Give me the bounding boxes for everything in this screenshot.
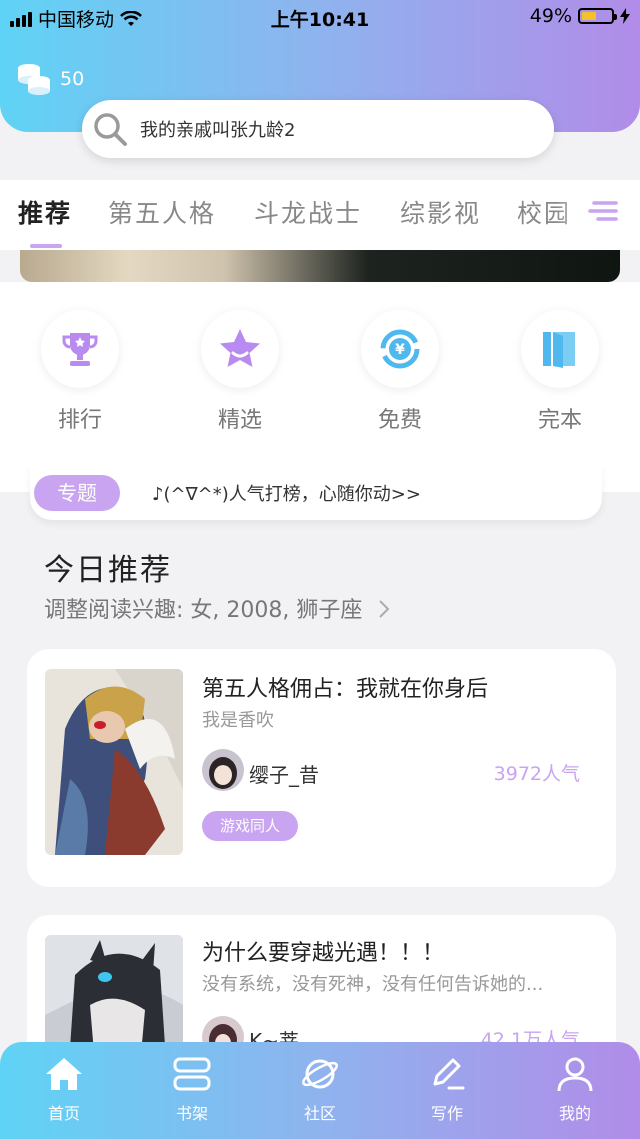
topic-text[interactable]: ♪(^∇^*)人气打榜，心随你动>> bbox=[152, 480, 421, 506]
quick-link-completed[interactable]: 完本 bbox=[518, 310, 602, 434]
tab-recommend[interactable]: 推荐 bbox=[18, 194, 72, 230]
tabbar-label: 我的 bbox=[558, 1104, 591, 1123]
genre-tag[interactable]: 游戏同人 bbox=[202, 811, 298, 841]
tab-dragon-warriors[interactable]: 斗龙战士 bbox=[254, 194, 362, 230]
chevron-right-icon bbox=[379, 600, 390, 618]
quick-link-featured[interactable]: 精选 bbox=[198, 310, 282, 434]
quick-link-ranking[interactable]: 排行 bbox=[38, 310, 122, 434]
coin-balance[interactable]: 50 bbox=[16, 62, 84, 96]
battery-percent: 49% bbox=[529, 5, 572, 27]
search-bar[interactable]: 我的亲戚叫张九龄2 bbox=[82, 100, 554, 158]
category-menu-icon[interactable] bbox=[586, 194, 620, 228]
svg-text:¥: ¥ bbox=[395, 342, 405, 358]
charging-icon bbox=[620, 8, 630, 24]
book-cover bbox=[45, 669, 183, 855]
pen-icon bbox=[433, 1058, 465, 1090]
tabbar-community[interactable]: 社区 bbox=[280, 1056, 360, 1124]
user-icon bbox=[557, 1057, 593, 1092]
quick-link-label: 免费 bbox=[377, 408, 422, 433]
category-tabs: 推荐 第五人格 斗龙战士 综影视 校园 bbox=[0, 180, 640, 250]
bottom-tab-bar: 首页 书架 社区 写作 我的 bbox=[0, 1042, 640, 1139]
search-input[interactable]: 我的亲戚叫张九龄2 bbox=[140, 116, 295, 142]
planet-icon bbox=[302, 1059, 338, 1089]
tab-film-tv[interactable]: 综影视 bbox=[400, 194, 481, 230]
quick-link-label: 排行 bbox=[57, 408, 102, 433]
bookshelf-icon bbox=[173, 1057, 211, 1091]
tabbar-profile[interactable]: 我的 bbox=[535, 1056, 615, 1124]
tabbar-label: 书架 bbox=[175, 1104, 208, 1123]
reading-interest-text: 调整阅读兴趣: 女, 2008, 狮子座 bbox=[44, 598, 363, 623]
status-bar: 中国移动 上午10:41 49% bbox=[0, 0, 640, 36]
book-description: 我是香吹 bbox=[202, 710, 274, 731]
trophy-icon bbox=[62, 333, 98, 366]
book-title[interactable]: 为什么要穿越光遇！！！ bbox=[202, 935, 444, 967]
book-title[interactable]: 第五人格佣占：我就在你身后 bbox=[202, 671, 488, 703]
yuan-refresh-icon: ¥ bbox=[380, 329, 420, 369]
author-name[interactable]: 缨子_昔 bbox=[249, 759, 319, 788]
topic-bar[interactable]: 专题 ♪(^∇^*)人气打榜，心随你动>> bbox=[30, 466, 602, 520]
quick-link-label: 完本 bbox=[537, 408, 582, 433]
quick-link-label: 精选 bbox=[217, 408, 262, 433]
coin-count: 50 bbox=[60, 68, 85, 90]
popularity: 3972人气 bbox=[493, 763, 580, 785]
avatar[interactable] bbox=[202, 749, 244, 791]
tabbar-label: 写作 bbox=[430, 1104, 463, 1123]
quick-links: 排行 精选 ¥ 免费 完本 bbox=[0, 282, 640, 492]
topic-badge: 专题 bbox=[34, 475, 120, 511]
banner-image[interactable] bbox=[20, 250, 620, 282]
quick-link-free[interactable]: ¥ 免费 bbox=[358, 310, 442, 434]
coin-stack-icon bbox=[18, 64, 50, 95]
home-icon bbox=[46, 1058, 82, 1090]
tabbar-label: 社区 bbox=[303, 1104, 336, 1123]
book-card[interactable]: 第五人格佣占：我就在你身后 我是香吹 缨子_昔 3972人气 游戏同人 bbox=[27, 649, 616, 887]
book-icon bbox=[543, 332, 575, 368]
reading-interest-link[interactable]: 调整阅读兴趣: 女, 2008, 狮子座 bbox=[44, 592, 391, 624]
tabbar-bookshelf[interactable]: 书架 bbox=[152, 1056, 232, 1124]
tabbar-label: 首页 bbox=[47, 1104, 80, 1123]
star-icon bbox=[220, 329, 260, 367]
tabbar-home[interactable]: 首页 bbox=[24, 1056, 104, 1124]
active-tab-indicator bbox=[30, 244, 62, 248]
battery-icon bbox=[578, 8, 617, 24]
tab-identity-v[interactable]: 第五人格 bbox=[108, 194, 216, 230]
tabbar-write[interactable]: 写作 bbox=[407, 1056, 487, 1124]
book-description: 没有系统，没有死神，没有任何告诉她的... bbox=[202, 974, 544, 995]
section-title: 今日推荐 bbox=[44, 553, 172, 588]
search-icon bbox=[94, 113, 127, 146]
